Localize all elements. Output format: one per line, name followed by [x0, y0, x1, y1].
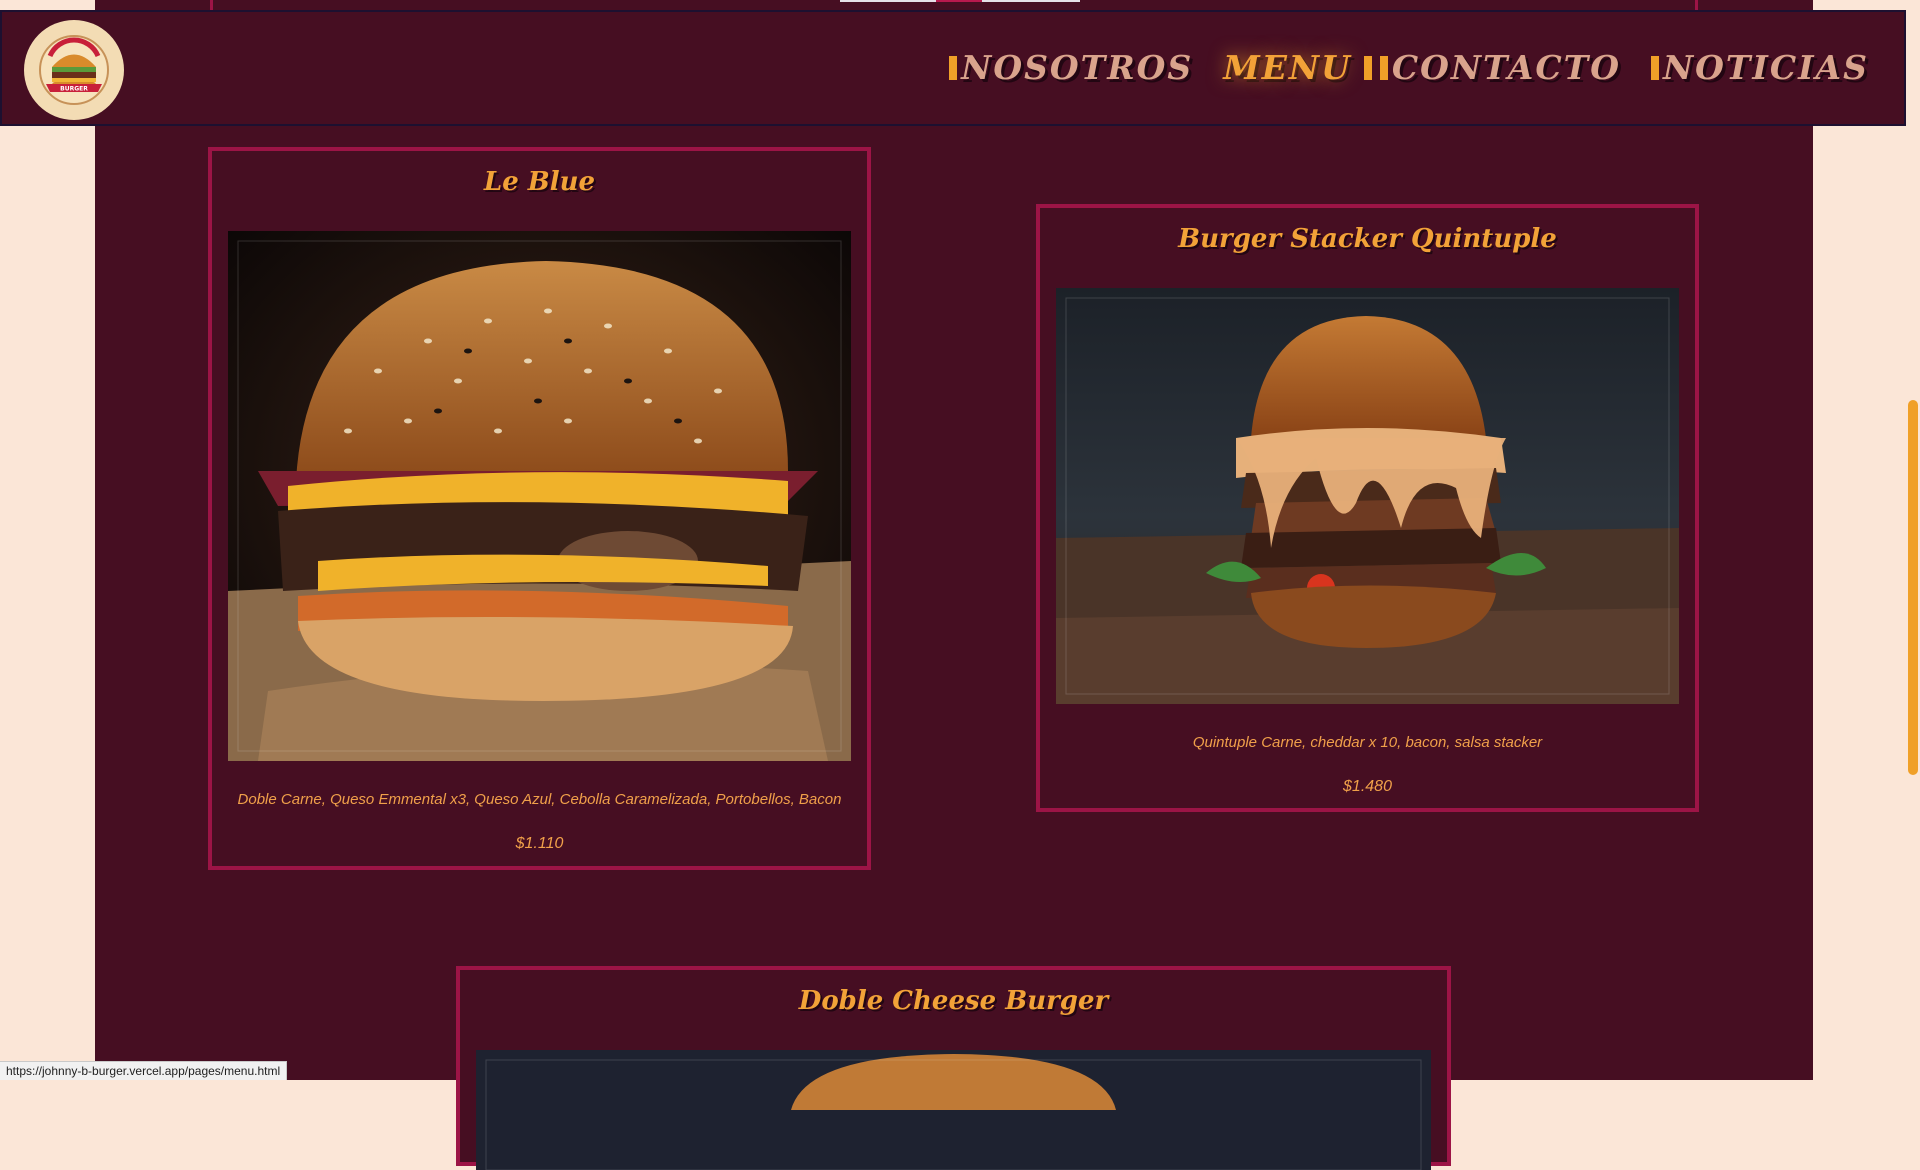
previous-card-image-edge-accent: [936, 0, 982, 2]
card-description: Doble Carne, Queso Emmental x3, Queso Az…: [237, 791, 842, 808]
nav-label: CONTACTO: [1391, 48, 1621, 87]
card-price: $1.480: [1343, 778, 1392, 795]
card-title: Burger Stacker Quintuple: [1178, 224, 1557, 254]
nav-bar-marker-icon: [949, 55, 958, 80]
nav-label: NOSOTROS: [961, 48, 1194, 87]
nav-bar-marker-icon: [1379, 55, 1388, 80]
burger-photo: [476, 1050, 1431, 1170]
burger-photo: [1056, 288, 1679, 704]
main-nav: NOSOTROS MENU CONTACTO NOTICIAS: [949, 48, 1869, 87]
menu-card: Doble Cheese Burger: [456, 966, 1451, 1170]
nav-bar-marker-icon: [1363, 55, 1372, 80]
nav-link-contacto[interactable]: CONTACTO: [1379, 48, 1621, 87]
burger-photo: [228, 231, 851, 761]
menu-card: Burger Stacker Quintuple Quintuple Carne…: [1036, 204, 1699, 812]
nav-label: NOTICIAS: [1662, 48, 1869, 87]
burger-logo-icon: BURGER: [39, 35, 109, 105]
nav-link-nosotros[interactable]: NOSOTROS: [949, 48, 1193, 87]
nav-label: MENU: [1223, 48, 1352, 87]
svg-text:BURGER: BURGER: [60, 86, 88, 93]
nav-bar-marker-icon: [1650, 55, 1659, 80]
nav-link-noticias[interactable]: NOTICIAS: [1650, 48, 1869, 87]
navbar: BURGER NOSOTROS MENU CONTACTO NOTICIAS: [0, 10, 1906, 126]
scrollbar-thumb[interactable]: [1908, 400, 1918, 775]
card-price: $1.110: [515, 835, 564, 852]
status-url: https://johnny-b-burger.vercel.app/pages…: [0, 1061, 288, 1080]
card-title: Doble Cheese Burger: [798, 986, 1109, 1016]
card-title: Le Blue: [483, 167, 596, 197]
menu-card: Le Blue Doble Carne, Queso Emmental x3, …: [208, 147, 871, 870]
nav-link-menu[interactable]: MENU: [1223, 48, 1372, 87]
card-description: Quintuple Carne, cheddar x 10, bacon, sa…: [1192, 734, 1543, 751]
logo[interactable]: BURGER: [24, 20, 124, 120]
page-scrollbar[interactable]: [1906, 0, 1920, 1080]
